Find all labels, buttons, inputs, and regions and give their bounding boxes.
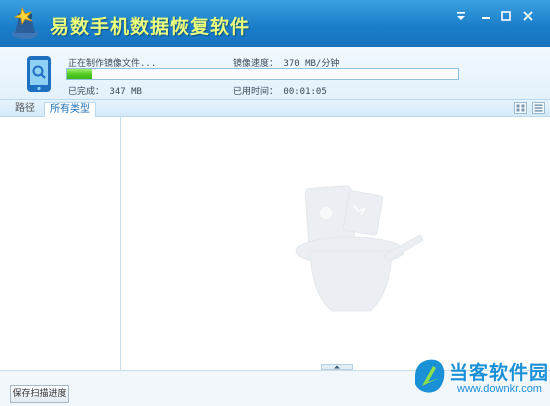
save-scan-progress-button[interactable]: 保存扫描进度 bbox=[10, 385, 69, 403]
grid-view-icon[interactable] bbox=[514, 102, 527, 114]
folder-tree-panel[interactable] bbox=[0, 117, 121, 370]
menu-icon[interactable] bbox=[452, 8, 470, 24]
tab-path[interactable]: 路径 bbox=[10, 102, 40, 117]
completed-text: 已完成： 347 MB bbox=[68, 87, 142, 97]
site-name: 当客软件园 bbox=[449, 362, 550, 384]
progress-panel: 正在制作镜像文件... 镜像速度： 370 MB/分钟 已完成： 347 MB … bbox=[0, 47, 550, 100]
title-bar: 易数手机数据恢复软件 bbox=[0, 0, 550, 47]
tab-all-types[interactable]: 所有类型 bbox=[44, 102, 96, 117]
site-logo-icon bbox=[415, 359, 445, 393]
list-view-icon[interactable] bbox=[532, 102, 545, 114]
tab-strip: 路径 所有类型 bbox=[0, 100, 550, 117]
app-logo-icon bbox=[12, 6, 38, 39]
phone-scan-icon bbox=[27, 56, 51, 92]
magic-hat-phone-watermark-icon bbox=[295, 185, 424, 312]
progress-fill bbox=[67, 69, 93, 79]
site-url: www.downkr.com bbox=[457, 383, 542, 395]
close-icon[interactable] bbox=[519, 8, 537, 24]
minimize-icon[interactable] bbox=[477, 8, 495, 24]
file-list-panel[interactable] bbox=[122, 117, 550, 370]
app-title: 易数手机数据恢复软件 bbox=[50, 16, 251, 38]
maximize-icon[interactable] bbox=[497, 8, 515, 24]
elapsed-time-text: 已用时间： 00:01:05 bbox=[233, 87, 327, 97]
site-watermark-badge: 当客软件园 www.downkr.com bbox=[411, 352, 550, 406]
progress-bar bbox=[66, 68, 459, 80]
